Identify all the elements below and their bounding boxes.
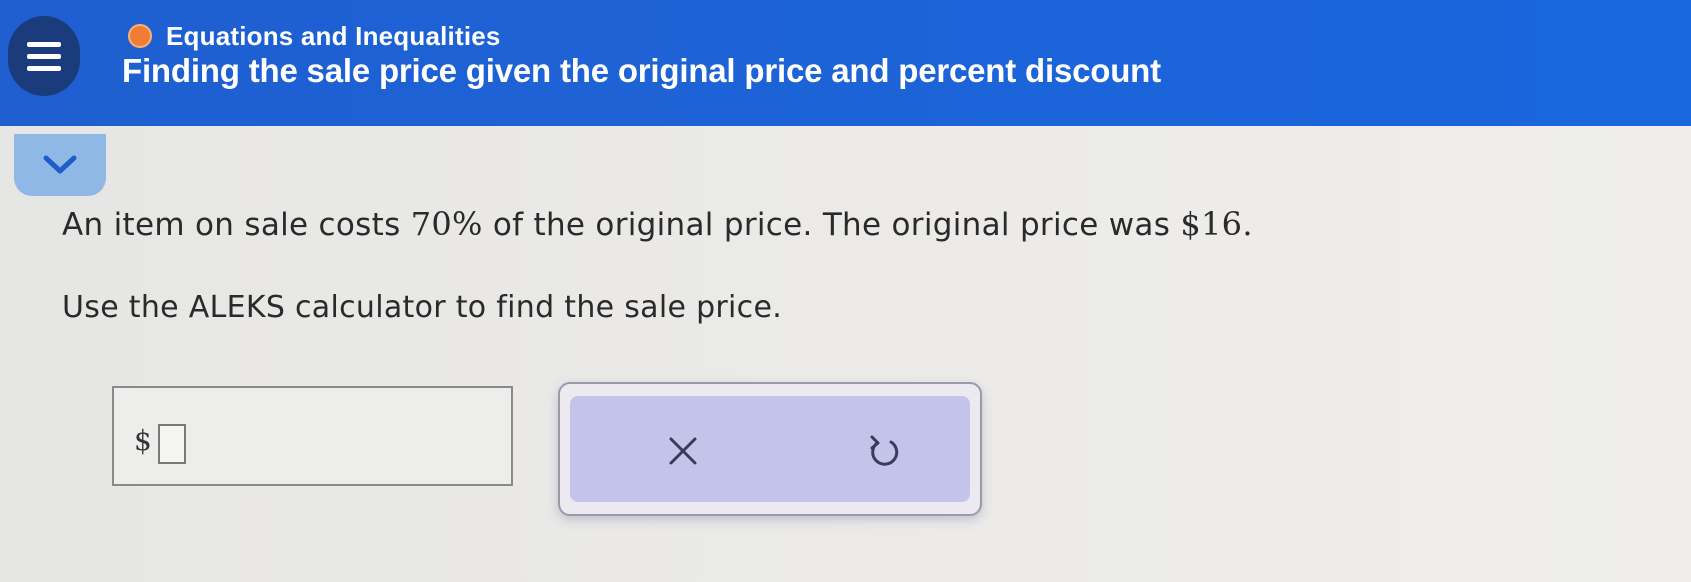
- percent-value: 70%: [410, 205, 483, 243]
- status-dot-icon: [128, 24, 152, 48]
- menu-button[interactable]: [8, 16, 80, 96]
- undo-icon: [870, 435, 899, 466]
- answer-box: $: [112, 386, 513, 486]
- close-icon: [669, 437, 697, 465]
- price-value: $16: [1180, 205, 1243, 243]
- answer-input[interactable]: [158, 424, 186, 464]
- collapse-button[interactable]: [14, 134, 106, 196]
- page: Equations and Inequalities Finding the s…: [0, 0, 1691, 582]
- header-bar: Equations and Inequalities Finding the s…: [0, 0, 1691, 126]
- topic-row: Equations and Inequalities: [128, 18, 501, 54]
- hamburger-menu-icon: [27, 41, 61, 47]
- undo-button[interactable]: [858, 426, 908, 476]
- clear-button[interactable]: [658, 426, 708, 476]
- controls-panel: [570, 396, 970, 502]
- currency-symbol: $: [134, 424, 152, 457]
- instruction-text: Use the ALEKS calculator to find the sal…: [62, 290, 783, 325]
- page-title: Finding the sale price given the origina…: [122, 52, 1161, 89]
- answer-controls: [558, 382, 982, 516]
- topic-label: Equations and Inequalities: [166, 20, 501, 51]
- question-text: An item on sale costs 70% of the origina…: [62, 205, 1253, 243]
- chevron-down-icon: [43, 155, 77, 174]
